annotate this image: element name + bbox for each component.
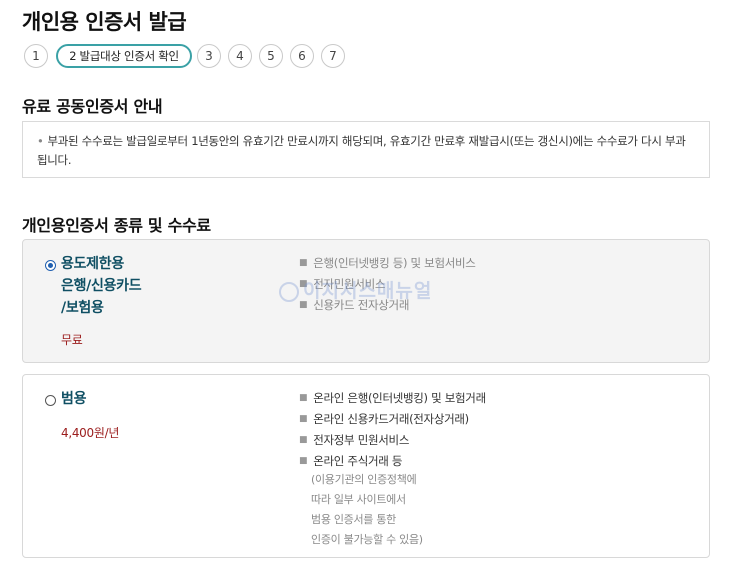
- fee-general: 4,400원/년: [61, 426, 120, 440]
- bullet-icon: ■: [299, 258, 308, 268]
- step-1[interactable]: 1: [24, 44, 48, 68]
- bullet-icon: ■: [299, 435, 308, 445]
- radio-limited-selected-icon[interactable]: [45, 260, 56, 271]
- cert-option-limited[interactable]: 용도제한용 은행/신용카드 /보험용 무료 ■ 은행(인터넷뱅킹 등) 및 보험서…: [22, 239, 710, 363]
- list-item: ■ 은행(인터넷뱅킹 등) 및 보험서비스: [299, 256, 476, 270]
- cert-name-general: 범용: [61, 391, 87, 407]
- cert-name-line: 은행/신용카드: [61, 278, 142, 294]
- cert-name-limited: 용도제한용 은행/신용카드 /보험용: [61, 253, 142, 319]
- general-usage-note: (이용기관의 인증정책에 따라 일부 사이트에서 범용 인증서를 통한 인증이 …: [311, 473, 423, 546]
- radio-general-icon[interactable]: [45, 395, 56, 406]
- notice-box: • 부과된 수수료는 발급일로부터 1년동안의 유효기간 만료시까지 해당되며, …: [22, 121, 710, 178]
- notice-heading: 유료 공동인증서 안내: [22, 97, 163, 116]
- fee-limited: 무료: [61, 333, 83, 347]
- cert-name-line: 용도제한용: [61, 256, 124, 272]
- bullet-icon: ■: [299, 456, 308, 466]
- list-item: ■ 전자정부 민원서비스: [299, 433, 410, 447]
- cert-option-general[interactable]: 범용 4,400원/년 ■ 온라인 은행(인터넷뱅킹) 및 보험거래 ■ 온라인 신…: [22, 374, 710, 558]
- bullet-icon: ■: [299, 393, 308, 403]
- list-item: ■ 온라인 주식거래 등: [299, 454, 403, 468]
- step-2-current[interactable]: 2 발급대상 인증서 확인: [56, 44, 192, 68]
- step-5[interactable]: 5: [259, 44, 283, 68]
- watermark: 이지서스매뉴얼: [279, 276, 432, 303]
- cert-name-line: /보험용: [61, 300, 104, 316]
- step-3[interactable]: 3: [197, 44, 221, 68]
- step-7[interactable]: 7: [321, 44, 345, 68]
- feature-list-general: ■ 온라인 은행(인터넷뱅킹) 및 보험거래 ■ 온라인 신용카드거래(전자상거래)…: [299, 388, 486, 472]
- page-title: 개인용 인증서 발급: [22, 10, 187, 34]
- list-item: ■ 온라인 은행(인터넷뱅킹) 및 보험거래: [299, 391, 486, 405]
- bullet-icon: •: [37, 134, 44, 148]
- cert-types-heading: 개인용인증서 종류 및 수수료: [22, 216, 211, 235]
- step-4[interactable]: 4: [228, 44, 252, 68]
- step-6[interactable]: 6: [290, 44, 314, 68]
- bullet-icon: ■: [299, 414, 308, 424]
- notice-text: 부과된 수수료는 발급일로부터 1년동안의 유효기간 만료시까지 해당되며, 유…: [37, 134, 686, 167]
- watermark-logo-icon: [279, 281, 299, 302]
- list-item: ■ 온라인 신용카드거래(전자상거래): [299, 412, 469, 426]
